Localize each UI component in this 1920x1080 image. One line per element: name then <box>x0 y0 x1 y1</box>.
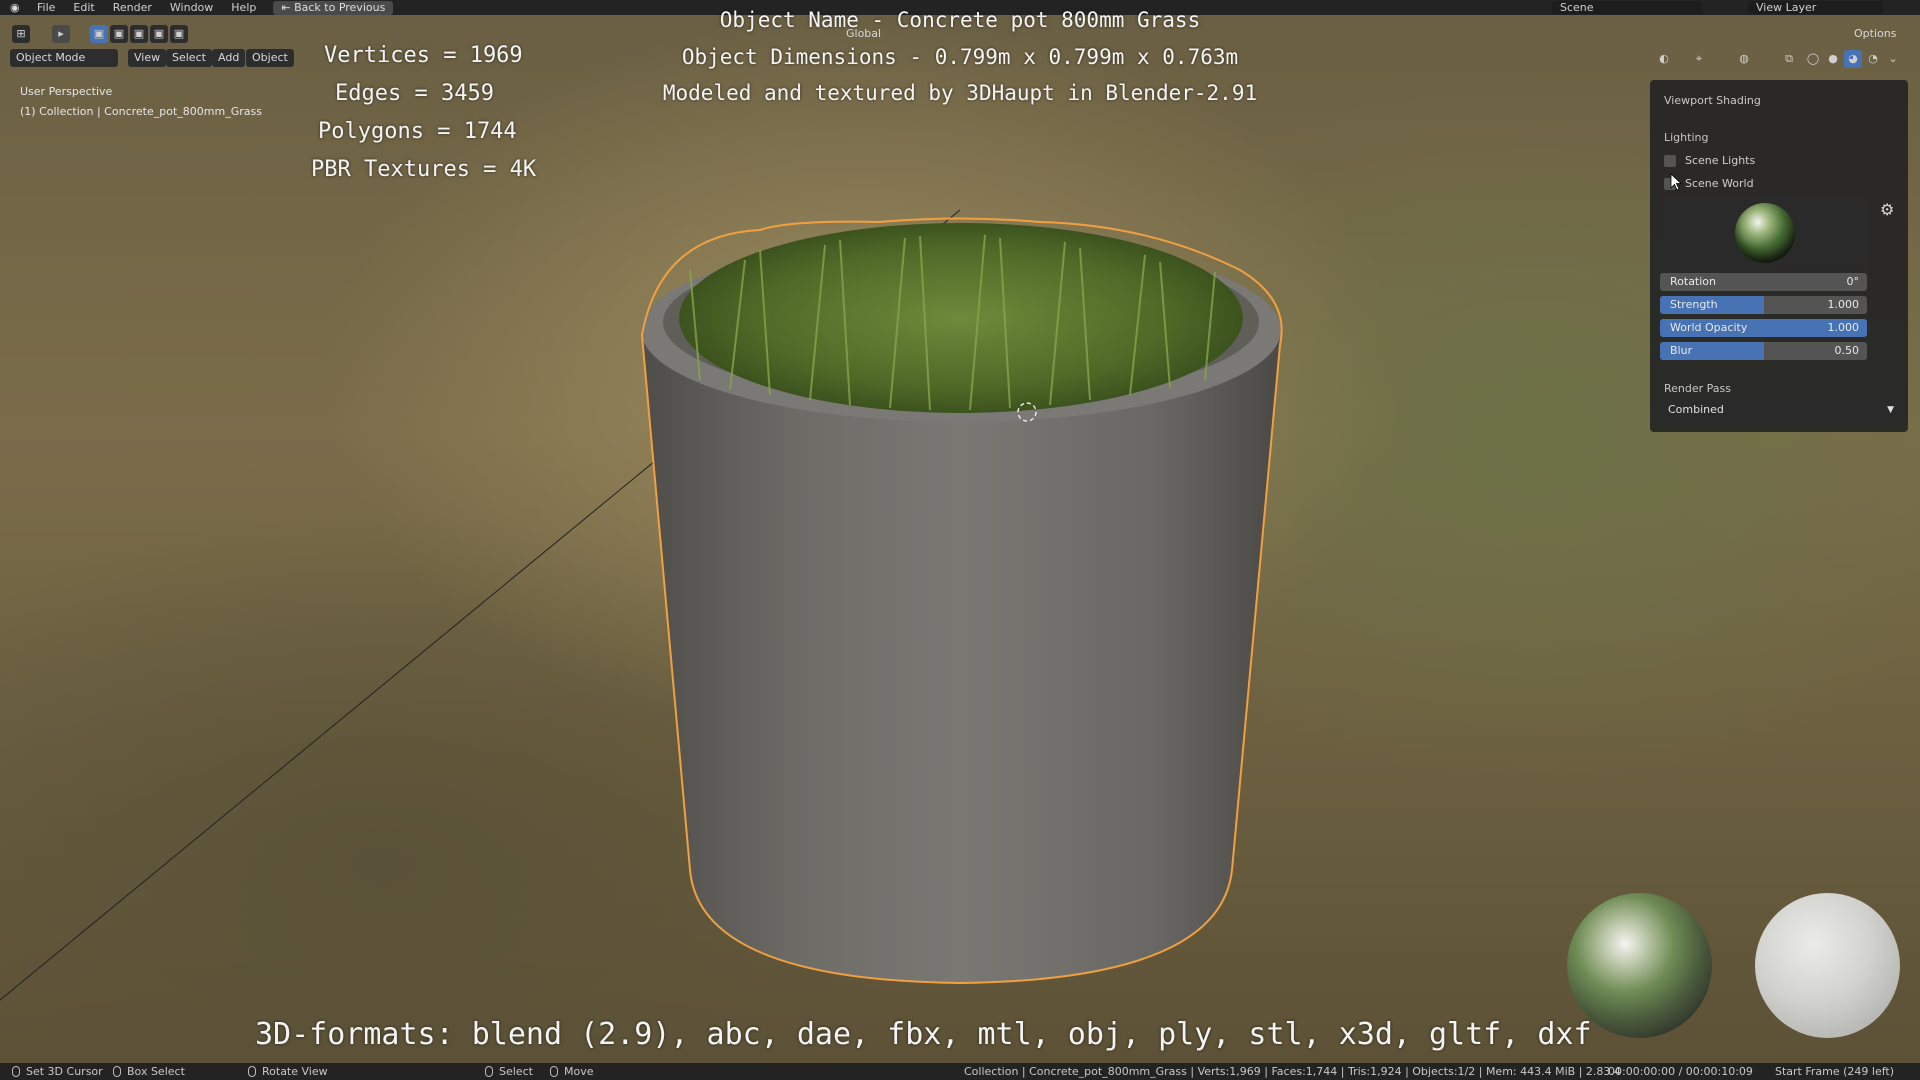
hint-select: Select <box>485 1063 533 1080</box>
credit-caption: Modeled and textured by 3DHaupt in Blend… <box>662 81 1258 105</box>
stat-textures: PBR Textures = 4K <box>311 157 537 182</box>
render-pass-dropdown[interactable]: Combined ▼ <box>1660 401 1900 419</box>
world-opacity-value: 1.000 <box>1827 321 1860 334</box>
world-opacity-label: World Opacity <box>1670 321 1748 334</box>
frame-info: Start Frame (249 left) <box>1775 1065 1895 1078</box>
status-bar: Set 3D Cursor Box Select Rotate View Sel… <box>0 1063 1920 1080</box>
hint-rotate-view-label: Rotate View <box>262 1065 328 1078</box>
lighting-label: Lighting <box>1664 131 1709 144</box>
scene-world-label: Scene World <box>1685 177 1754 190</box>
hint-select-label: Select <box>499 1065 533 1078</box>
mouse-left-icon <box>12 1066 20 1077</box>
mouse-drag-icon <box>113 1066 121 1077</box>
hint-box-select-label: Box Select <box>127 1065 185 1078</box>
hint-rotate-view: Rotate View <box>248 1063 328 1080</box>
blur-value: 0.50 <box>1834 344 1860 357</box>
mouse-pointer-icon <box>1670 173 1682 191</box>
gear-icon[interactable]: ⚙ <box>1880 200 1894 219</box>
rotation-value: 0° <box>1846 275 1860 288</box>
object-dimensions-caption: Object Dimensions - 0.799m x 0.799m x 0.… <box>681 45 1239 69</box>
strength-label: Strength <box>1670 298 1718 311</box>
3d-viewport[interactable]: ◉ File Edit Render Window Help ⇤ Back to… <box>0 0 1920 1080</box>
hdri-preview-image <box>1735 203 1795 263</box>
chevron-down-icon: ▼ <box>1887 405 1894 415</box>
viewport-shading-panel: Viewport Shading Lighting Scene Lights S… <box>1650 80 1908 432</box>
blur-slider[interactable]: Blur 0.50 <box>1660 342 1867 360</box>
hint-box-select: Box Select <box>113 1063 185 1080</box>
scene-statistics: Collection | Concrete_pot_800mm_Grass | … <box>964 1065 1621 1078</box>
hdri-preview-sphere <box>1567 893 1712 1038</box>
blur-label: Blur <box>1670 344 1693 357</box>
pot-body <box>642 335 1280 983</box>
scene-lights-label: Scene Lights <box>1685 154 1756 167</box>
stat-polygons: Polygons = 1744 <box>318 119 517 144</box>
collection-label: (1) Collection | Concrete_pot_800mm_Gras… <box>20 105 262 118</box>
strength-value: 1.000 <box>1827 298 1860 311</box>
hint-set-3d-cursor: Set 3D Cursor <box>12 1063 103 1080</box>
hint-move: Move <box>550 1063 594 1080</box>
mouse-right-icon <box>485 1066 493 1077</box>
rotation-label: Rotation <box>1670 275 1717 288</box>
diffuse-preview-sphere <box>1755 893 1900 1038</box>
world-opacity-slider[interactable]: World Opacity 1.000 <box>1660 319 1867 337</box>
render-pass-label: Render Pass <box>1664 382 1731 395</box>
grass-surface <box>679 223 1243 413</box>
object-name-caption: Object Name - Concrete pot 800mm Grass <box>719 8 1201 32</box>
mouse-drag-right-icon <box>550 1066 558 1077</box>
strength-slider[interactable]: Strength 1.000 <box>1660 296 1867 314</box>
scene-lights-checkbox[interactable]: Scene Lights <box>1664 154 1755 167</box>
panel-title: Viewport Shading <box>1664 94 1761 107</box>
rotation-slider[interactable]: Rotation 0° <box>1660 273 1867 291</box>
hint-set-3d-cursor-label: Set 3D Cursor <box>26 1065 103 1078</box>
hint-move-label: Move <box>564 1065 594 1078</box>
hdri-selector[interactable] <box>1660 198 1867 270</box>
mouse-middle-icon <box>248 1066 256 1077</box>
formats-caption: 3D-formats: blend (2.9), abc, dae, fbx, … <box>255 1017 1592 1052</box>
playback-time: 00:00:00:00 / 00:00:10:09 <box>1608 1065 1753 1078</box>
render-pass-value: Combined <box>1668 403 1724 416</box>
scene-lights-check-icon <box>1664 154 1676 167</box>
